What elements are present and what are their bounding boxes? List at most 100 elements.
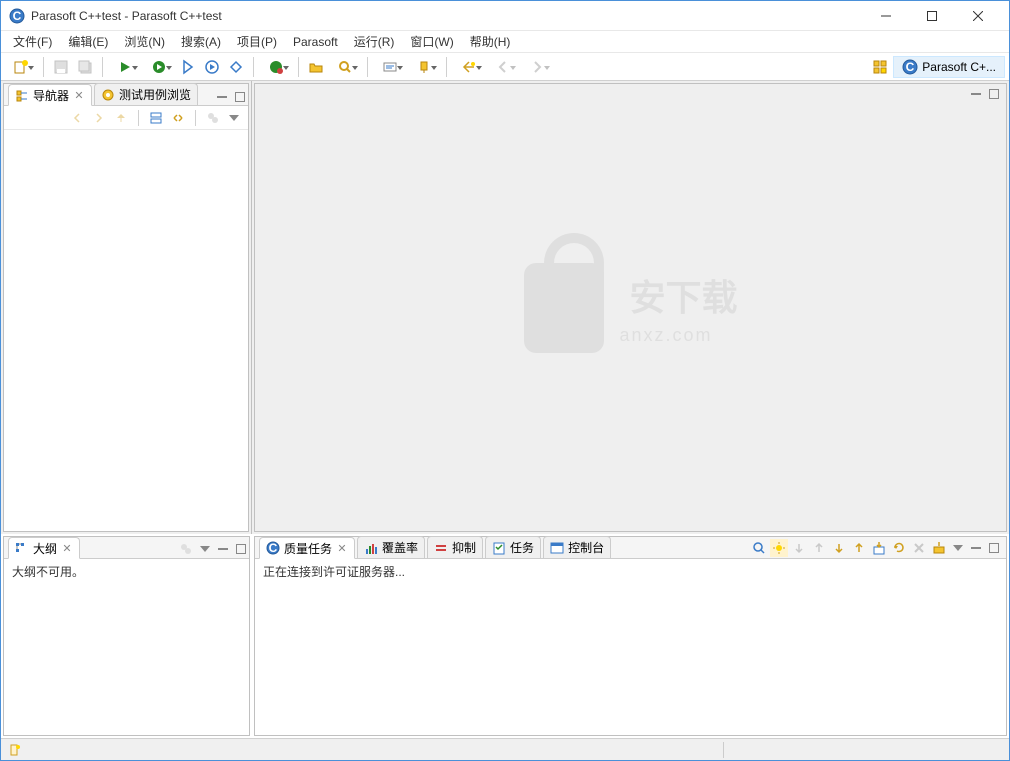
menu-parasoft[interactable]: Parasoft [285, 33, 346, 51]
menu-edit[interactable]: 编辑(E) [60, 31, 116, 52]
tab-outline-label: 大纲 [33, 540, 57, 557]
status-right [723, 742, 1003, 758]
toolbar-separator [195, 110, 196, 126]
tasks-icon [492, 541, 506, 555]
minimize-view-icon[interactable] [968, 86, 984, 102]
highlight-icon[interactable] [770, 539, 788, 557]
new-button[interactable] [5, 56, 37, 78]
maximize-view-icon[interactable] [232, 89, 248, 105]
navigator-body[interactable] [4, 130, 248, 531]
window-title: Parasoft C++test - Parasoft C++test [31, 9, 863, 23]
outline-empty-text: 大纲不可用。 [12, 565, 84, 579]
import-icon[interactable] [870, 539, 888, 557]
toolbar-separator [446, 57, 447, 77]
forward-icon[interactable] [90, 109, 108, 127]
toolbar-separator [253, 57, 254, 77]
tab-console-label: 控制台 [568, 539, 604, 556]
save-all-button[interactable] [74, 56, 96, 78]
maximize-button[interactable] [909, 2, 955, 30]
svg-text:C: C [13, 9, 22, 23]
close-button[interactable] [955, 2, 1001, 30]
close-icon[interactable]: ✕ [73, 89, 85, 101]
menu-run[interactable]: 运行(R) [346, 31, 403, 52]
navigator-toolbar [4, 106, 248, 130]
status-bar [1, 738, 1009, 760]
menu-bar: 文件(F) 编辑(E) 浏览(N) 搜索(A) 项目(P) Parasoft 运… [1, 31, 1009, 53]
perspective-parasoft[interactable]: C Parasoft C+... [893, 56, 1005, 78]
maximize-view-icon[interactable] [986, 540, 1002, 556]
navigator-icon [15, 88, 29, 102]
arrow-up-yellow-icon[interactable] [850, 539, 868, 557]
maximize-view-icon[interactable] [986, 86, 1002, 102]
search-icon[interactable] [750, 539, 768, 557]
toolbar-separator [138, 110, 139, 126]
view-menu-icon[interactable] [226, 110, 242, 126]
tab-navigator[interactable]: 导航器 ✕ [8, 84, 92, 106]
view-menu-icon[interactable] [197, 541, 213, 557]
pin-button[interactable] [408, 56, 440, 78]
forward-button[interactable] [521, 56, 553, 78]
tab-tasks[interactable]: 任务 [485, 536, 541, 558]
maximize-view-icon[interactable] [233, 541, 249, 557]
close-icon[interactable]: ✕ [336, 542, 348, 554]
status-icon[interactable] [7, 743, 21, 757]
toolbar-separator [298, 57, 299, 77]
coverage-icon [364, 541, 378, 555]
tab-coverage[interactable]: 覆盖率 [357, 536, 425, 558]
bottom-panel: 大纲 ✕ 大纲不可用。 C 质量任务 ✕ [1, 534, 1009, 738]
tab-coverage-label: 覆盖率 [382, 539, 418, 556]
close-icon[interactable]: ✕ [61, 542, 73, 554]
link-editor-icon[interactable] [169, 109, 187, 127]
back-button[interactable] [487, 56, 519, 78]
coverage-button[interactable] [225, 56, 247, 78]
arrow-down-icon[interactable] [790, 539, 808, 557]
refresh-icon[interactable] [890, 539, 908, 557]
up-icon[interactable] [112, 109, 130, 127]
menu-search[interactable]: 搜索(A) [173, 31, 229, 52]
minimize-view-icon[interactable] [215, 541, 231, 557]
back-icon[interactable] [68, 109, 86, 127]
outline-filter-icon[interactable] [177, 540, 195, 558]
console-icon [550, 541, 564, 555]
arrow-up-icon[interactable] [810, 539, 828, 557]
svg-text:C: C [906, 60, 915, 74]
minimize-button[interactable] [863, 2, 909, 30]
tab-console[interactable]: 控制台 [543, 536, 611, 558]
nav-button[interactable] [453, 56, 485, 78]
tab-navigator-label: 导航器 [33, 87, 69, 104]
menu-file[interactable]: 文件(F) [5, 31, 60, 52]
save-button[interactable] [50, 56, 72, 78]
menu-project[interactable]: 项目(P) [229, 31, 285, 52]
gear-icon [101, 88, 115, 102]
run-last-button[interactable] [143, 56, 175, 78]
workbench: 导航器 ✕ 测试用例浏览 [1, 81, 1009, 534]
tab-testcase-label: 测试用例浏览 [119, 86, 191, 103]
debug-button[interactable] [177, 56, 199, 78]
annotation-button[interactable] [374, 56, 406, 78]
menu-navigate[interactable]: 浏览(N) [116, 31, 173, 52]
svg-text:C: C [269, 541, 278, 555]
delete-icon[interactable] [910, 539, 928, 557]
tab-outline[interactable]: 大纲 ✕ [8, 537, 80, 559]
tab-testcase[interactable]: 测试用例浏览 [94, 83, 198, 105]
title-bar: C Parasoft C++test - Parasoft C++test [1, 1, 1009, 31]
minimize-view-icon[interactable] [214, 89, 230, 105]
view-menu-icon[interactable] [950, 540, 966, 556]
toolbar-separator [102, 57, 103, 77]
run-button[interactable] [109, 56, 141, 78]
menu-help[interactable]: 帮助(H) [462, 31, 519, 52]
external-button[interactable] [201, 56, 223, 78]
open-button[interactable] [305, 56, 327, 78]
open-perspective-button[interactable] [869, 56, 891, 78]
config-icon[interactable] [930, 539, 948, 557]
minimize-view-icon[interactable] [968, 540, 984, 556]
tab-quality[interactable]: C 质量任务 ✕ [259, 537, 355, 559]
arrow-down-yellow-icon[interactable] [830, 539, 848, 557]
collapse-all-icon[interactable] [147, 109, 165, 127]
suppress-icon [434, 541, 448, 555]
filter-icon[interactable] [204, 109, 222, 127]
tab-suppressions[interactable]: 抑制 [427, 536, 483, 558]
menu-window[interactable]: 窗口(W) [402, 31, 461, 52]
test-button[interactable] [260, 56, 292, 78]
search-button[interactable] [329, 56, 361, 78]
